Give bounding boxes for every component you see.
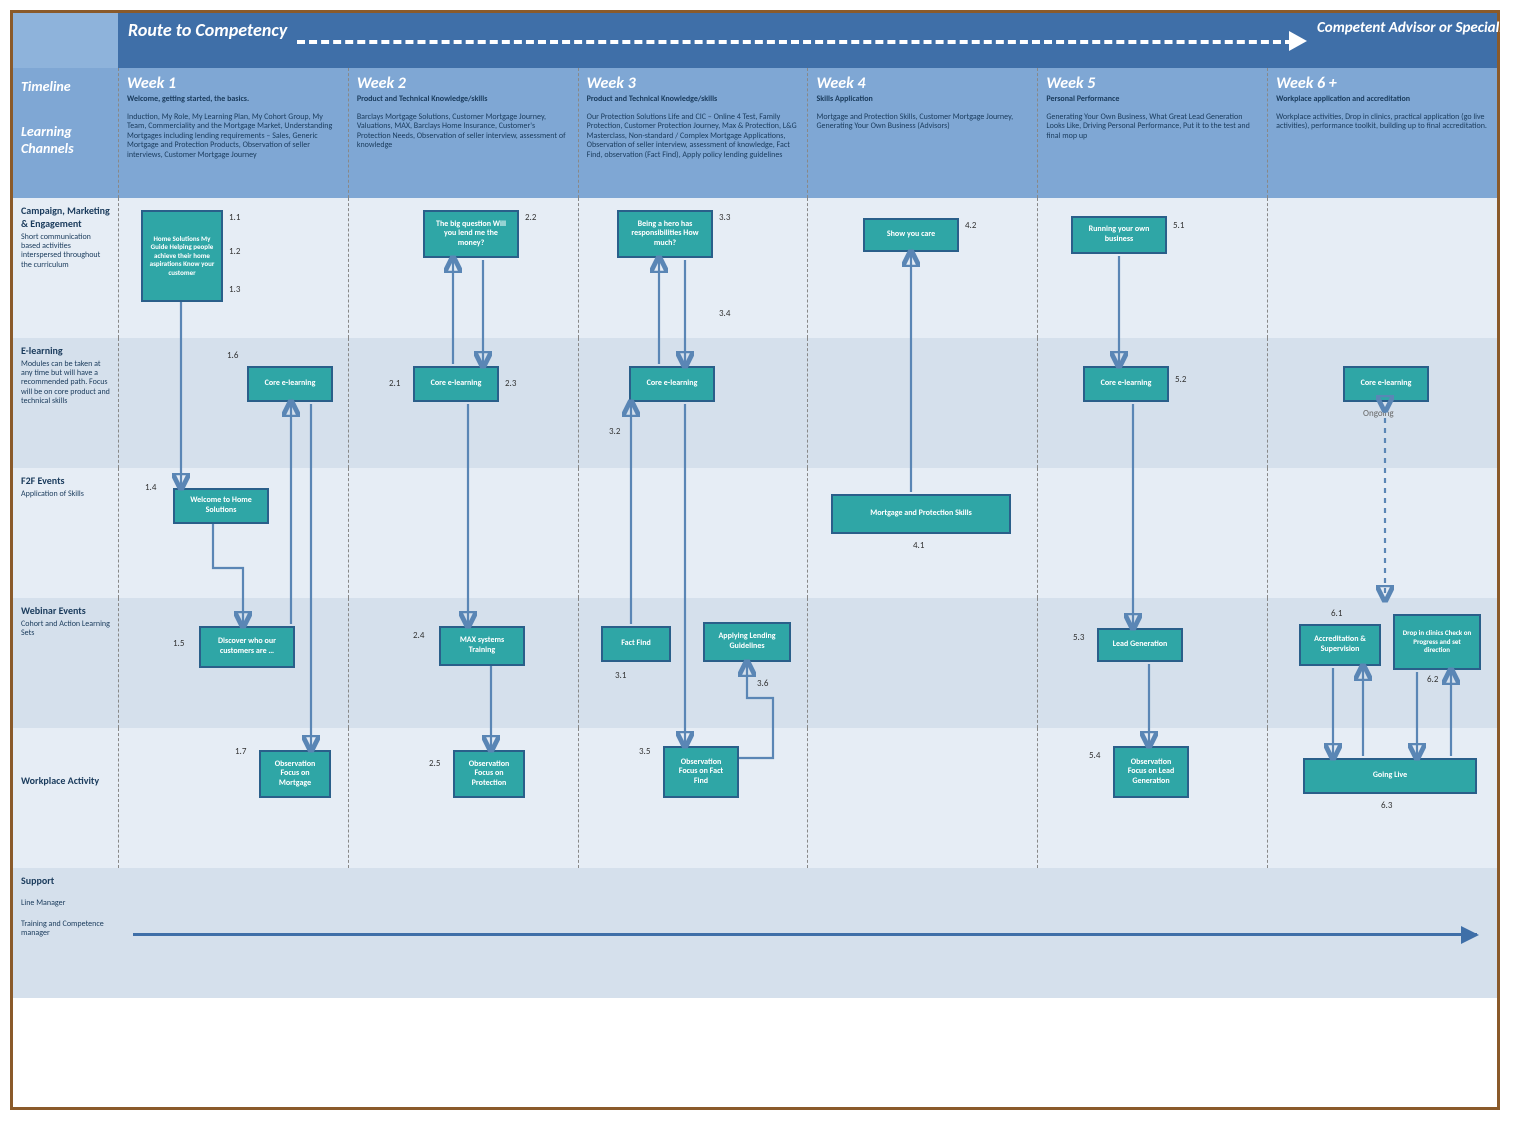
num-5-1: 5.1 (1173, 220, 1184, 231)
support-arrow (133, 933, 1477, 936)
week2-head: Week 2 Product and Technical Knowledge/s… (348, 68, 578, 198)
num-3-4: 3.4 (719, 308, 730, 319)
lane-webinar-label: Webinar Events Cohort and Action Learnin… (13, 598, 118, 728)
box-w3-webinar-1: Fact Find (601, 626, 671, 662)
box-w6-workplace: Going Live (1303, 758, 1477, 794)
swimlanes: Campaign, Marketing & Engagement Short c… (13, 198, 1497, 998)
num-2-3: 2.3 (505, 378, 516, 389)
num-2-1: 2.1 (389, 378, 400, 389)
num-3-1: 3.1 (615, 670, 626, 681)
week5-head: Week 5 Personal Performance Generating Y… (1037, 68, 1267, 198)
num-1-2: 1.2 (229, 246, 240, 257)
lane-support: Support Line Manager Training and Compet… (13, 868, 1497, 998)
lane-campaign-label: Campaign, Marketing & Engagement Short c… (13, 198, 118, 338)
num-2-4: 2.4 (413, 630, 424, 641)
box-w1-elearning: Core e-learning (247, 366, 333, 402)
route-title: Route to Competency (118, 13, 297, 68)
learning-pathway-diagram: Route to Competency Competent Advisor or… (10, 10, 1500, 1110)
box-w3-elearning: Core e-learning (629, 366, 715, 402)
box-w1-f2f: Welcome to Home Solutions (173, 488, 269, 524)
box-w6-webinar-1: Accreditation & Supervision (1299, 624, 1381, 666)
num-1-1: 1.1 (229, 212, 240, 223)
box-w3-campaign: Being a hero has responsibilities How mu… (617, 210, 713, 258)
week6-head: Week 6 + Workplace application and accre… (1267, 68, 1497, 198)
num-1-4: 1.4 (145, 482, 156, 493)
box-w1-campaign: Home Solutions My Guide Helping people a… (141, 210, 223, 302)
box-w3-webinar-2: Applying Lending Guidelines (703, 622, 791, 662)
lane-f2f-label: F2F Events Application of Skills (13, 468, 118, 598)
box-w2-webinar: MAX systems Training (439, 626, 525, 666)
lane-elearning-label: E-learning Modules can be taken at any t… (13, 338, 118, 468)
num-3-6: 3.6 (757, 678, 768, 689)
channels-label: Learning Channels (21, 123, 110, 157)
box-w6-webinar-2: Drop in clinics Check on Progress and se… (1393, 614, 1481, 670)
num-6-3: 6.3 (1381, 800, 1392, 811)
num-5-2: 5.2 (1175, 374, 1186, 385)
box-w5-webinar: Lead Generation (1097, 628, 1183, 662)
lane-workplace-label: Workplace Activity (13, 728, 118, 868)
week3-head: Week 3 Product and Technical Knowledge/s… (578, 68, 808, 198)
box-w4-campaign: Show you care (863, 218, 959, 252)
num-1-3: 1.3 (229, 284, 240, 295)
box-w3-workplace: Observation Focus on Fact Find (663, 746, 739, 798)
timeline-label: Timeline (21, 78, 71, 95)
num-1-7: 1.7 (235, 746, 246, 757)
box-w2-campaign: The big question Will you lend me the mo… (423, 210, 519, 258)
timeline-left: Timeline Learning Channels (13, 68, 118, 198)
num-2-2: 2.2 (525, 212, 536, 223)
num-3-2: 3.2 (609, 426, 620, 437)
box-w1-workplace: Observation Focus on Mortgage (259, 750, 331, 798)
box-w5-campaign: Running your own business (1071, 216, 1167, 254)
box-w5-elearning: Core e-learning (1083, 366, 1169, 402)
route-left-blank (13, 13, 118, 68)
box-w6-elearning: Core e-learning (1343, 366, 1429, 402)
num-5-4: 5.4 (1089, 750, 1100, 761)
box-w5-workplace: Observation Focus on Lead Generation (1113, 746, 1189, 798)
num-2-5: 2.5 (429, 758, 440, 769)
box-w2-elearning: Core e-learning (413, 366, 499, 402)
route-arrow (297, 13, 1307, 68)
num-6-1: 6.1 (1331, 608, 1342, 619)
week1-head: Week 1 Welcome, getting started, the bas… (118, 68, 348, 198)
box-w2-workplace: Observation Focus on Protection (453, 750, 525, 798)
num-3-3: 3.3 (719, 212, 730, 223)
lane-support-label: Support Line Manager Training and Compet… (13, 868, 118, 998)
num-5-3: 5.3 (1073, 632, 1084, 643)
week4-head: Week 4 Skills Application Mortgage and P… (807, 68, 1037, 198)
route-bar: Route to Competency Competent Advisor or… (13, 13, 1497, 68)
num-1-5: 1.5 (173, 638, 184, 649)
num-4-2: 4.2 (965, 220, 976, 231)
num-4-1: 4.1 (913, 540, 924, 551)
label-ongoing: Ongoing (1363, 408, 1394, 419)
box-w4-f2f: Mortgage and Protection Skills (831, 494, 1011, 534)
num-3-5: 3.5 (639, 746, 650, 757)
num-1-6: 1.6 (227, 350, 238, 361)
box-w1-webinar: Discover who our customers are … (199, 626, 295, 668)
timeline-header: Timeline Learning Channels Week 1 Welcom… (13, 68, 1497, 198)
route-destination: Competent Advisor or Specialist (1307, 13, 1497, 68)
num-6-2: 6.2 (1427, 674, 1438, 685)
